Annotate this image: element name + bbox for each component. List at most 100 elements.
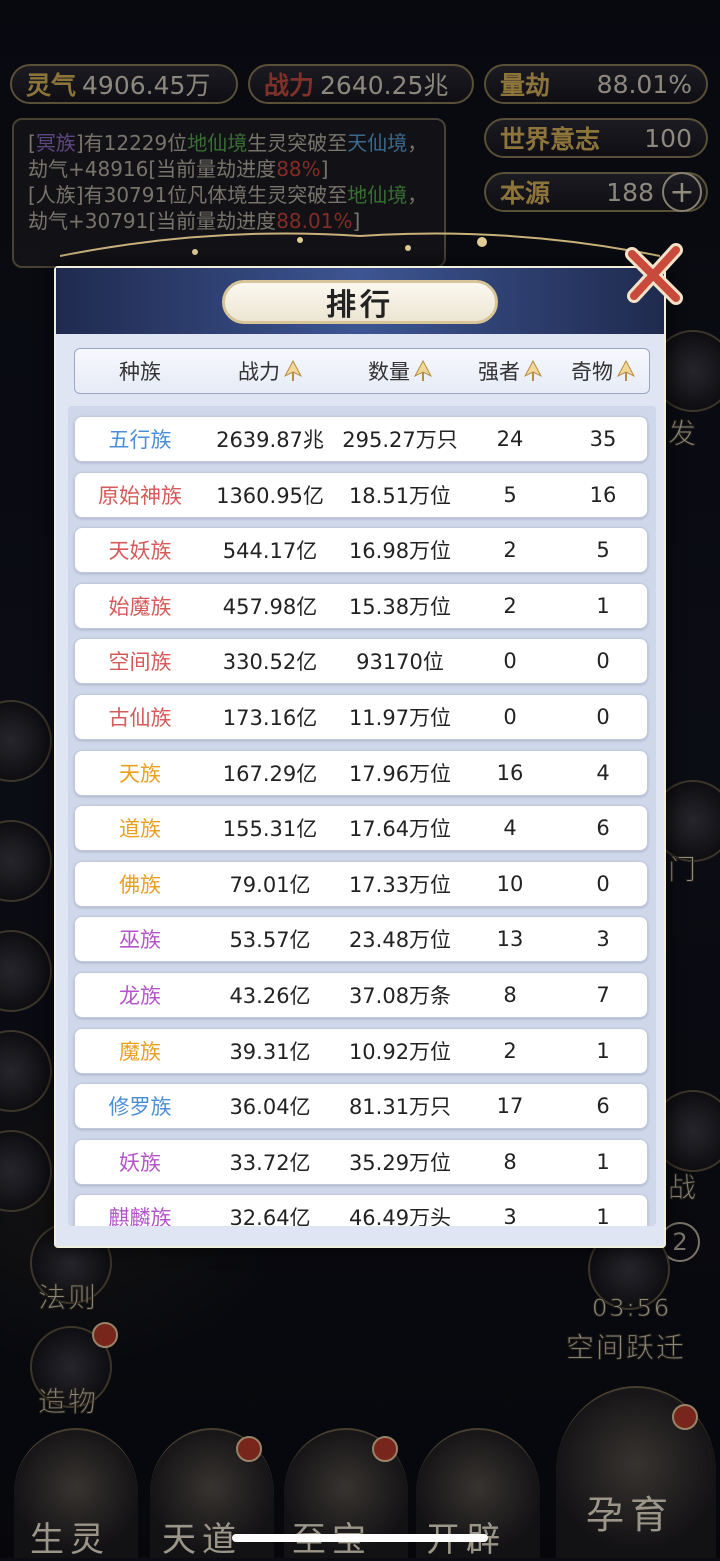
cell-strong: 13	[496, 927, 524, 952]
cell-power: 39.31亿	[229, 1039, 311, 1064]
cell-strong: 4	[503, 816, 517, 841]
cell-count: 23.48万位	[348, 928, 452, 953]
cell-name: 修罗族	[108, 1095, 172, 1120]
cell-strong: 5	[503, 482, 517, 507]
cell-strong: 2	[503, 593, 517, 618]
cell-treasure: 7	[596, 983, 610, 1007]
cell-power: 173.16亿	[222, 706, 318, 730]
table-row[interactable]: 空间族 330.52亿 93170位 0 0	[74, 638, 648, 685]
cell-treasure: 0	[596, 649, 610, 674]
cell-strong: 3	[503, 1205, 517, 1226]
cell-power: 1360.95亿	[216, 483, 324, 508]
cell-strong: 0	[503, 705, 517, 729]
cell-treasure: 35	[589, 427, 617, 451]
cell-treasure: 3	[596, 927, 610, 952]
cell-count: 81.31万只	[348, 1095, 452, 1120]
cell-power: 33.72亿	[229, 1150, 311, 1175]
cell-power: 155.31亿	[222, 817, 318, 842]
cell-count: 17.96万位	[348, 761, 452, 786]
cell-power: 32.64亿	[229, 1206, 311, 1226]
cell-treasure: 1	[596, 593, 610, 618]
ranking-modal: 排行 种族 战力 数量 强者 奇物 五行族 2639.87兆 295.27万只 24 3…	[54, 266, 666, 1248]
cell-name: 巫族	[119, 928, 161, 953]
cell-name: 麒麟族	[108, 1206, 172, 1226]
modal-header: 排行	[56, 268, 664, 334]
sort-arrow-icon	[524, 360, 542, 381]
home-indicator	[232, 1534, 488, 1542]
cell-treasure: 6	[596, 816, 610, 841]
table-row[interactable]: 道族 155.31亿 17.64万位 4 6	[74, 805, 648, 852]
cell-name: 天妖族	[108, 539, 172, 564]
cell-count: 93170位	[356, 650, 444, 675]
cell-name: 魔族	[119, 1039, 161, 1064]
cell-name: 原始神族	[98, 483, 182, 508]
cell-count: 35.29万位	[348, 1150, 452, 1175]
cell-name: 道族	[119, 817, 161, 842]
sort-arrow-icon	[284, 360, 302, 381]
cell-treasure: 5	[596, 538, 610, 563]
cell-strong: 2	[503, 538, 517, 563]
cell-count: 16.98万位	[348, 539, 452, 564]
table-row[interactable]: 古仙族 173.16亿 11.97万位 0 0	[74, 694, 648, 740]
cell-power: 544.17亿	[222, 539, 318, 564]
cell-count: 17.33万位	[348, 872, 452, 897]
cell-name: 五行族	[108, 428, 172, 452]
cell-strong: 16	[496, 760, 524, 785]
column-header-power[interactable]: 战力	[205, 349, 335, 393]
table-row[interactable]: 始魔族 457.98亿 15.38万位 2 1	[74, 582, 648, 629]
cell-strong: 2	[503, 1038, 517, 1063]
modal-title: 排行	[222, 280, 498, 324]
cell-treasure: 0	[596, 871, 610, 896]
table-row[interactable]: 巫族 53.57亿 23.48万位 13 3	[74, 916, 648, 963]
cell-treasure: 16	[589, 482, 617, 507]
cell-power: 457.98亿	[222, 594, 318, 619]
cell-power: 53.57亿	[229, 928, 311, 953]
cell-name: 天族	[119, 761, 161, 786]
table-header: 种族 战力 数量 强者 奇物	[74, 348, 650, 394]
table-row[interactable]: 原始神族 1360.95亿 18.51万位 5 16	[74, 471, 648, 518]
cell-count: 11.97万位	[348, 706, 452, 730]
cell-name: 空间族	[108, 650, 172, 675]
cell-power: 330.52亿	[222, 650, 318, 675]
cell-name: 始魔族	[108, 594, 172, 619]
table-row[interactable]: 妖族 33.72亿 35.29万位 8 1	[74, 1138, 648, 1185]
cell-count: 18.51万位	[348, 483, 452, 508]
cell-power: 36.04亿	[229, 1095, 311, 1120]
cell-power: 167.29亿	[222, 761, 318, 786]
cell-count: 295.27万只	[342, 428, 458, 452]
cell-treasure: 1	[596, 1205, 610, 1226]
cell-strong: 8	[503, 1149, 517, 1174]
cell-count: 10.92万位	[348, 1039, 452, 1064]
column-header-count[interactable]: 数量	[335, 349, 465, 393]
table-row[interactable]: 麒麟族 32.64亿 46.49万头 3 1	[74, 1194, 648, 1226]
cell-treasure: 1	[596, 1149, 610, 1174]
cell-power: 43.26亿	[229, 984, 311, 1008]
cell-strong: 24	[496, 427, 524, 451]
cell-power: 79.01亿	[229, 872, 311, 897]
cell-treasure: 1	[596, 1038, 610, 1063]
cell-strong: 10	[496, 871, 524, 896]
column-header-race: 种族	[119, 360, 161, 384]
cell-count: 17.64万位	[348, 817, 452, 842]
column-header-treasure[interactable]: 奇物	[555, 349, 651, 393]
table-row[interactable]: 魔族 39.31亿 10.92万位 2 1	[74, 1027, 648, 1074]
table-row[interactable]: 佛族 79.01亿 17.33万位 10 0	[74, 860, 648, 907]
cell-power: 2639.87兆	[216, 428, 324, 452]
cell-treasure: 0	[596, 705, 610, 729]
ranking-list[interactable]: 五行族 2639.87兆 295.27万只 24 35 原始神族 1360.95亿 18.51…	[68, 406, 656, 1226]
table-row[interactable]: 天妖族 544.17亿 16.98万位 2 5	[74, 527, 648, 574]
cell-count: 37.08万条	[348, 984, 452, 1008]
close-icon[interactable]	[624, 242, 688, 306]
cell-count: 15.38万位	[348, 594, 452, 619]
cell-name: 妖族	[119, 1150, 161, 1175]
cell-name: 佛族	[119, 872, 161, 897]
column-header-strong[interactable]: 强者	[465, 349, 555, 393]
cell-strong: 8	[503, 983, 517, 1007]
cell-count: 46.49万头	[348, 1206, 452, 1226]
table-row[interactable]: 五行族 2639.87兆 295.27万只 24 35	[74, 416, 648, 462]
cell-treasure: 4	[596, 760, 610, 785]
table-row[interactable]: 龙族 43.26亿 37.08万条 8 7	[74, 972, 648, 1018]
sort-arrow-icon	[617, 360, 635, 381]
table-row[interactable]: 天族 167.29亿 17.96万位 16 4	[74, 749, 648, 796]
table-row[interactable]: 修罗族 36.04亿 81.31万只 17 6	[74, 1083, 648, 1130]
